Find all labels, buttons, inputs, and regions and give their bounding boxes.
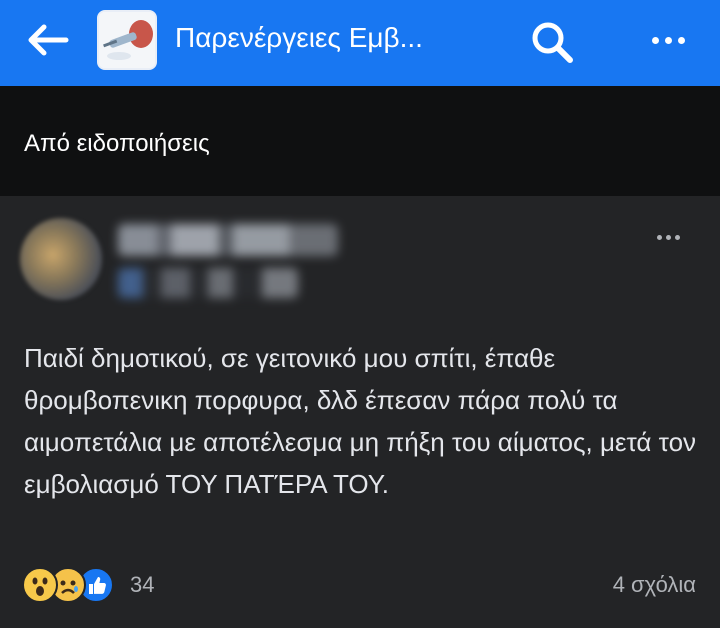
post-timestamp[interactable] xyxy=(118,268,298,298)
more-options-button[interactable] xyxy=(640,22,696,58)
group-title[interactable]: Παρενέργειες Εμβ... xyxy=(175,22,423,54)
group-avatar[interactable] xyxy=(97,10,157,70)
wow-reaction-icon xyxy=(22,567,58,603)
post-options-button[interactable] xyxy=(646,226,690,246)
reactions-summary[interactable] xyxy=(22,566,114,604)
top-app-bar: Παρενέργειες Εμβ... xyxy=(0,0,720,86)
search-button[interactable] xyxy=(528,18,576,64)
notification-source-label: Από ειδοποιήσεις xyxy=(24,130,210,157)
back-button[interactable] xyxy=(22,18,74,62)
reaction-count[interactable]: 34 xyxy=(130,572,154,598)
comments-count-link[interactable]: 4 σχόλια xyxy=(613,572,696,598)
syringe-image xyxy=(99,12,155,68)
more-horizontal-icon xyxy=(649,31,688,49)
post-body-text: Παιδί δημοτικού, σε γειτονικό μου σπίτι,… xyxy=(24,343,697,499)
more-horizontal-icon xyxy=(655,227,682,245)
arrow-left-icon xyxy=(28,24,69,56)
author-name[interactable] xyxy=(118,224,338,256)
search-icon xyxy=(532,22,573,63)
author-avatar[interactable] xyxy=(20,218,102,300)
